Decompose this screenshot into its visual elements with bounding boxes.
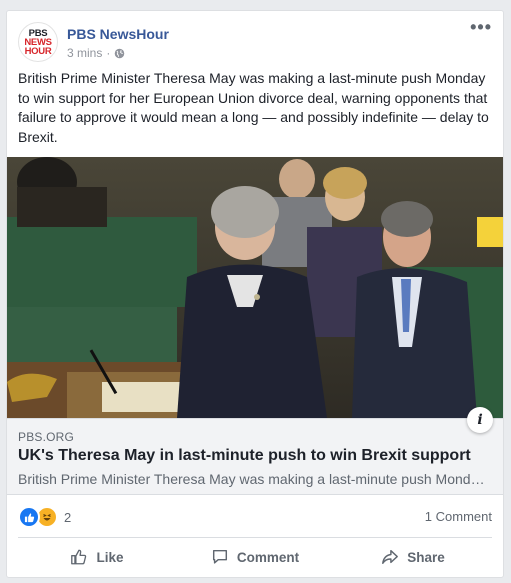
link-description: British Prime Minister Theresa May was m…: [18, 471, 492, 487]
like-button[interactable]: Like: [18, 538, 176, 572]
post-actions-bar: Like Comment Share: [18, 537, 492, 572]
avatar-line-3: HOUR: [24, 45, 52, 57]
comments-count-link[interactable]: 1 Comment: [425, 509, 492, 524]
link-preview[interactable]: PBS.ORG UK's Theresa May in last-minute …: [7, 407, 503, 495]
like-label: Like: [96, 549, 124, 565]
post-text: British Prime Minister Theresa May was m…: [18, 70, 489, 145]
share-label: Share: [407, 549, 445, 565]
comment-button[interactable]: Comment: [176, 538, 334, 572]
feed-post: PBS NEWS HOUR PBS NewsHour 3 mins · ••• …: [6, 10, 504, 578]
comment-label: Comment: [236, 549, 300, 565]
globe-icon[interactable]: [114, 48, 125, 59]
page-name-link[interactable]: PBS NewsHour: [67, 26, 169, 42]
link-title[interactable]: UK's Theresa May in last-minute push to …: [18, 447, 471, 465]
thumbs-up-icon: [71, 549, 87, 565]
info-icon[interactable]: i: [467, 407, 493, 433]
share-arrow-icon: [382, 549, 399, 565]
post-meta: 3 mins ·: [67, 46, 125, 60]
photo-illustration: [7, 157, 503, 418]
link-preview-image[interactable]: [7, 157, 503, 418]
separator-dot: ·: [106, 46, 111, 60]
timestamp-link[interactable]: 3 mins: [67, 46, 102, 60]
share-button[interactable]: Share: [334, 538, 492, 572]
like-reaction-icon: [18, 506, 40, 528]
reactions-summary[interactable]: 2: [18, 506, 72, 528]
comment-bubble-icon: [212, 549, 227, 564]
more-options-icon[interactable]: •••: [470, 18, 492, 36]
link-domain: PBS.ORG: [18, 430, 75, 444]
avatar[interactable]: PBS NEWS HOUR: [18, 22, 58, 62]
post-header: PBS NEWS HOUR PBS NewsHour 3 mins · •••: [7, 11, 503, 69]
reactions-count: 2: [64, 509, 72, 525]
